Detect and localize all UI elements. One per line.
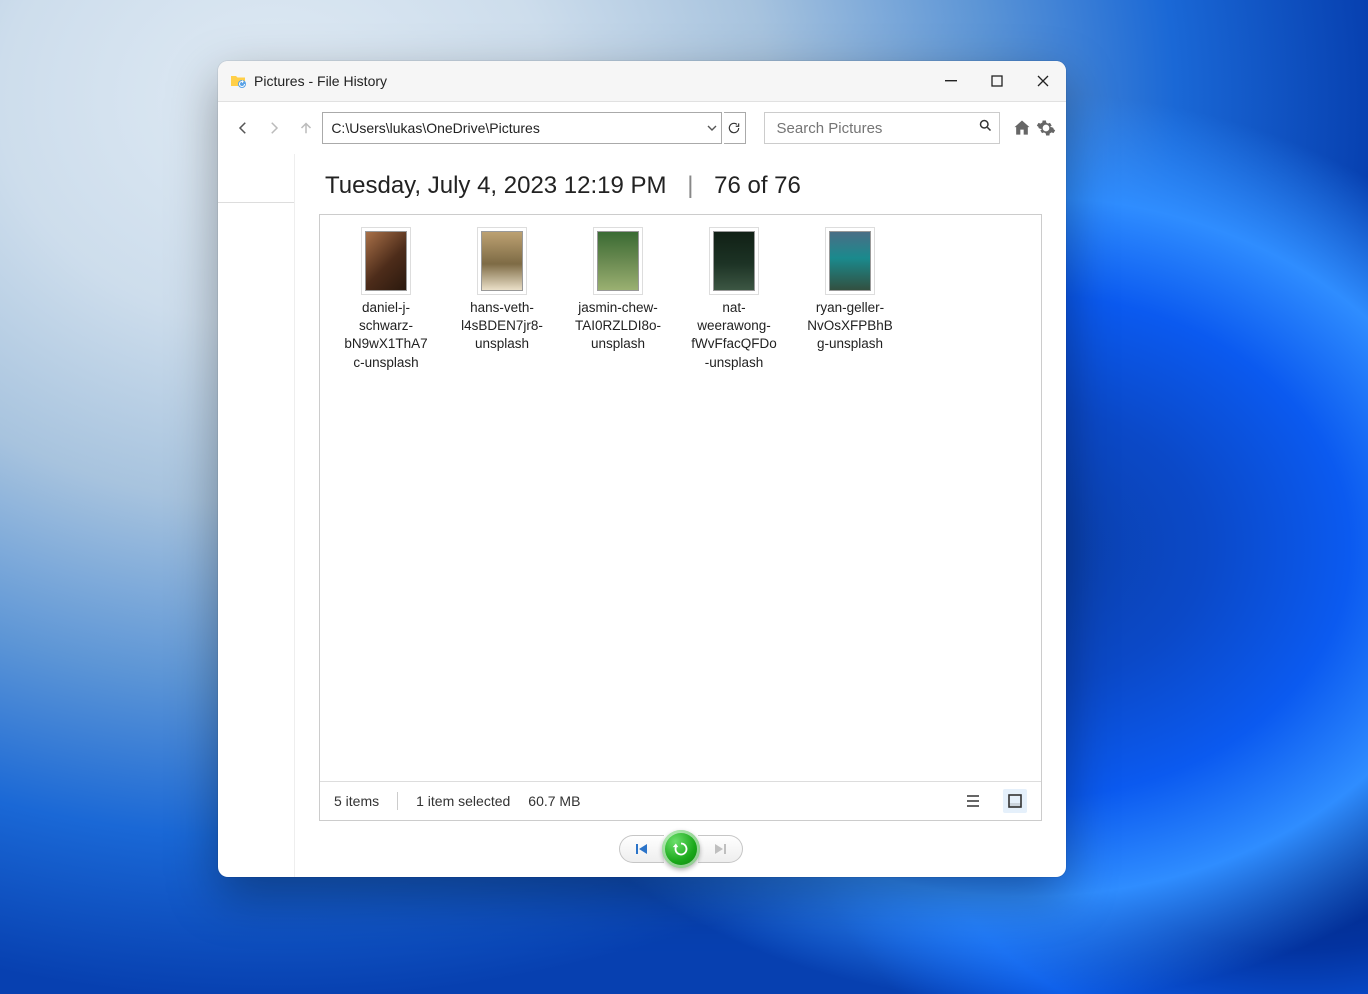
file-name: jasmin-chew-TAI0RZLDI8o-unsplash bbox=[574, 299, 662, 354]
status-bar: 5 items 1 item selected 60.7 MB bbox=[320, 781, 1041, 820]
file-item[interactable]: hans-veth-l4sBDEN7jr8-unsplash bbox=[458, 231, 546, 372]
file-item[interactable]: ryan-geller-NvOsXFPBhBg-unsplash bbox=[806, 231, 894, 372]
file-thumbnail bbox=[481, 231, 523, 291]
file-name: daniel-j-schwarz-bN9wX1ThA7c-unsplash bbox=[342, 299, 430, 372]
file-name: ryan-geller-NvOsXFPBhBg-unsplash bbox=[806, 299, 894, 354]
file-item[interactable]: nat-weerawong-fWvFfacQFDo-unsplash bbox=[690, 231, 778, 372]
file-thumbnail bbox=[597, 231, 639, 291]
file-item[interactable]: jasmin-chew-TAI0RZLDI8o-unsplash bbox=[574, 231, 662, 372]
app-icon bbox=[230, 73, 246, 89]
close-button[interactable] bbox=[1020, 61, 1066, 101]
status-count: 5 items bbox=[334, 793, 379, 809]
path-input[interactable] bbox=[323, 113, 702, 143]
file-thumbnail bbox=[365, 231, 407, 291]
search-box[interactable] bbox=[764, 112, 1000, 144]
forward-button[interactable] bbox=[259, 112, 288, 144]
toolbar bbox=[218, 102, 1066, 154]
search-input[interactable] bbox=[775, 119, 978, 138]
window-title: Pictures - File History bbox=[254, 73, 387, 89]
path-dropdown[interactable] bbox=[702, 114, 721, 142]
status-divider bbox=[397, 792, 398, 810]
status-selected: 1 item selected bbox=[416, 793, 510, 809]
content-frame: daniel-j-schwarz-bN9wX1ThA7c-unsplash han… bbox=[319, 214, 1042, 821]
file-item[interactable]: daniel-j-schwarz-bN9wX1ThA7c-unsplash bbox=[342, 231, 430, 372]
version-controls bbox=[319, 821, 1042, 877]
previous-version-button[interactable] bbox=[619, 835, 664, 863]
main-panel: Tuesday, July 4, 2023 12:19 PM | 76 of 7… bbox=[295, 154, 1066, 877]
home-icon[interactable] bbox=[1012, 117, 1032, 139]
maximize-button[interactable] bbox=[974, 61, 1020, 101]
body: Tuesday, July 4, 2023 12:19 PM | 76 of 7… bbox=[218, 154, 1066, 877]
side-pane bbox=[218, 154, 295, 877]
version-header: Tuesday, July 4, 2023 12:19 PM | 76 of 7… bbox=[319, 154, 1042, 214]
status-size: 60.7 MB bbox=[528, 793, 580, 809]
back-button[interactable] bbox=[228, 112, 257, 144]
file-thumbnail bbox=[713, 231, 755, 291]
file-grid[interactable]: daniel-j-schwarz-bN9wX1ThA7c-unsplash han… bbox=[320, 215, 1041, 781]
address-bar[interactable] bbox=[322, 112, 722, 144]
file-name: hans-veth-l4sBDEN7jr8-unsplash bbox=[458, 299, 546, 354]
title-bar[interactable]: Pictures - File History bbox=[218, 61, 1066, 102]
details-view-button[interactable] bbox=[961, 789, 985, 813]
side-pane-stub bbox=[218, 202, 294, 877]
next-version-button[interactable] bbox=[698, 835, 743, 863]
file-history-window: Pictures - File History bbox=[218, 61, 1066, 877]
file-thumbnail bbox=[829, 231, 871, 291]
refresh-button[interactable] bbox=[724, 112, 745, 144]
desktop-wallpaper: Pictures - File History bbox=[0, 0, 1368, 994]
version-page: 76 of 76 bbox=[714, 172, 801, 199]
gear-icon[interactable] bbox=[1036, 117, 1056, 139]
file-name: nat-weerawong-fWvFfacQFDo-unsplash bbox=[690, 299, 778, 372]
up-button[interactable] bbox=[291, 112, 320, 144]
version-separator: | bbox=[673, 172, 707, 199]
search-icon[interactable] bbox=[978, 118, 993, 138]
thumbnails-view-button[interactable] bbox=[1003, 789, 1027, 813]
restore-button[interactable] bbox=[662, 830, 700, 868]
version-timestamp: Tuesday, July 4, 2023 12:19 PM bbox=[325, 172, 667, 199]
minimize-button[interactable] bbox=[928, 61, 974, 101]
